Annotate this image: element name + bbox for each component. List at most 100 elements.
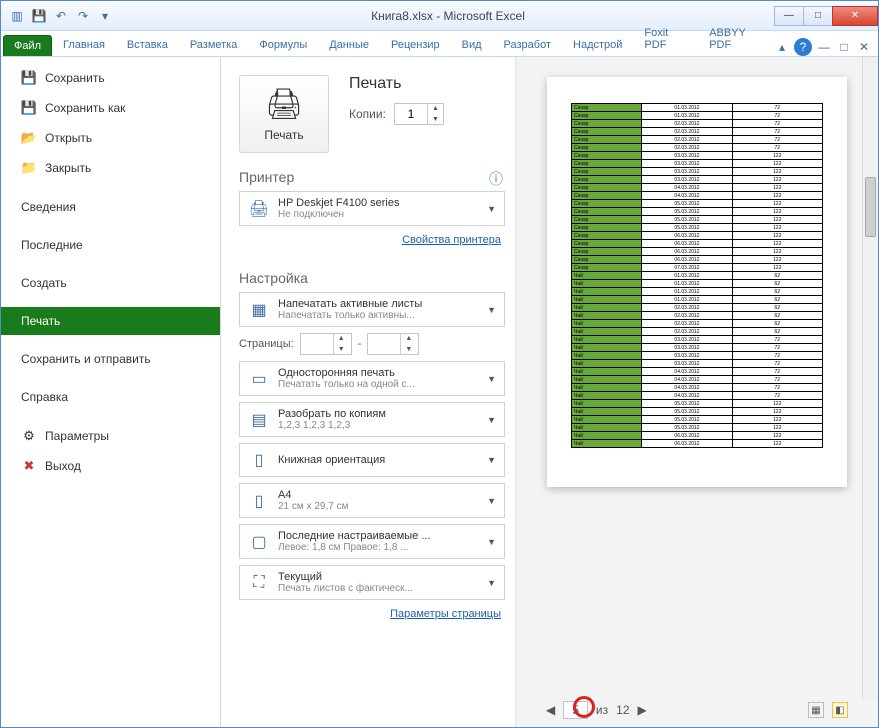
save-icon[interactable]: 💾 bbox=[31, 8, 47, 24]
sidebar-label: Печать bbox=[21, 314, 60, 328]
sidebar-open[interactable]: 📂Открыть bbox=[1, 123, 220, 153]
chevron-down-icon: ▼ bbox=[487, 537, 496, 547]
tab-foxit[interactable]: Foxit PDF bbox=[633, 22, 698, 56]
sidebar-share[interactable]: Сохранить и отправить bbox=[1, 345, 220, 373]
sidebar-label: Сведения bbox=[21, 200, 76, 214]
margins-icon: ▢ bbox=[248, 531, 270, 553]
dd-title: Напечатать активные листы bbox=[278, 298, 479, 310]
tab-pagelayout[interactable]: Разметка bbox=[179, 34, 249, 56]
sidebar-save[interactable]: 💾 Сохранить bbox=[1, 63, 220, 93]
spinner-up-icon[interactable]: ▲ bbox=[428, 103, 443, 114]
page-to-input[interactable] bbox=[368, 337, 400, 351]
chevron-down-icon: ▼ bbox=[487, 578, 496, 588]
sidebar-label: Закрыть bbox=[45, 161, 91, 175]
sides-dropdown[interactable]: ▭ Односторонняя печатьПечатать только на… bbox=[239, 361, 505, 396]
sidebar-close[interactable]: 📁Закрыть bbox=[1, 153, 220, 183]
printer-dropdown[interactable]: 🖨 HP Deskjet F4100 series Не подключен ▼ bbox=[239, 191, 505, 226]
exit-icon: ✖ bbox=[21, 458, 37, 474]
scaling-dropdown[interactable]: ⛶ ТекущийПечать листов с фактическ... ▼ bbox=[239, 565, 505, 600]
page-icon: ▭ bbox=[248, 368, 270, 390]
sidebar-new[interactable]: Создать bbox=[1, 269, 220, 297]
sidebar-info[interactable]: Сведения bbox=[1, 193, 220, 221]
redo-icon[interactable]: ↷ bbox=[75, 8, 91, 24]
scaling-icon: ⛶ bbox=[248, 572, 270, 594]
copies-spinner[interactable]: ▲▼ bbox=[394, 103, 444, 125]
sidebar-recent[interactable]: Последние bbox=[1, 231, 220, 259]
tab-addins[interactable]: Надстрой bbox=[562, 34, 633, 56]
tab-data[interactable]: Данные bbox=[318, 34, 380, 56]
printer-properties-link[interactable]: Свойства принтера bbox=[239, 232, 505, 254]
total-pages: 12 bbox=[616, 703, 629, 717]
a4-icon: ▯ bbox=[248, 490, 270, 512]
page-setup-link[interactable]: Параметры страницы bbox=[239, 606, 505, 628]
spinner-down-icon[interactable]: ▼ bbox=[334, 344, 349, 355]
doc-min-icon[interactable]: — bbox=[816, 39, 832, 55]
spinner-down-icon[interactable]: ▼ bbox=[428, 114, 443, 125]
printer-status: Не подключен bbox=[278, 209, 479, 220]
page-from-input[interactable] bbox=[301, 337, 333, 351]
close-button[interactable]: ✕ bbox=[832, 6, 878, 26]
print-button[interactable]: 🖨 Печать bbox=[239, 75, 329, 153]
show-margins-button[interactable]: ▦ bbox=[808, 702, 824, 718]
maximize-button[interactable]: □ bbox=[803, 6, 833, 26]
collate-icon: ▤ bbox=[248, 409, 270, 431]
sidebar-label: Сохранить и отправить bbox=[21, 352, 151, 366]
sidebar-help[interactable]: Справка bbox=[1, 383, 220, 411]
spinner-up-icon[interactable]: ▲ bbox=[334, 333, 349, 344]
tab-developer[interactable]: Разработ bbox=[493, 34, 562, 56]
print-what-dropdown[interactable]: ▦ Напечатать активные листыНапечатать то… bbox=[239, 292, 505, 327]
dd-title: Книжная ориентация bbox=[278, 454, 479, 466]
sidebar-label: Сохранить bbox=[45, 71, 105, 85]
tab-view[interactable]: Вид bbox=[451, 34, 493, 56]
tab-file[interactable]: Файл bbox=[3, 35, 52, 56]
margins-dropdown[interactable]: ▢ Последние настраиваемые ...Левое: 1,8 … bbox=[239, 524, 505, 559]
doc-restore-icon[interactable]: □ bbox=[836, 39, 852, 55]
info-icon[interactable]: ⓘ bbox=[489, 169, 503, 189]
print-preview: Сахар01.03.201272Сахар01.03.201272Сахар0… bbox=[516, 57, 878, 727]
quick-access-toolbar: ▥ 💾 ↶ ↷ ▾ bbox=[1, 8, 121, 24]
zoom-page-button[interactable]: ◧ bbox=[832, 702, 848, 718]
sidebar-options[interactable]: ⚙Параметры bbox=[1, 421, 220, 451]
open-icon: 📂 bbox=[21, 130, 37, 146]
qat-dropdown-icon[interactable]: ▾ bbox=[97, 8, 113, 24]
tab-abbyy[interactable]: ABBYY PDF bbox=[698, 22, 774, 56]
page-to-spinner[interactable]: ▲▼ bbox=[367, 333, 419, 355]
spinner-up-icon[interactable]: ▲ bbox=[401, 333, 416, 344]
page-of-label: из bbox=[596, 703, 608, 717]
excel-icon: ▥ bbox=[9, 8, 25, 24]
help-icon[interactable]: ? bbox=[794, 38, 812, 56]
minimize-button[interactable]: — bbox=[774, 6, 804, 26]
scrollbar-thumb[interactable] bbox=[865, 177, 876, 237]
tab-home[interactable]: Главная bbox=[52, 34, 116, 56]
spinner-down-icon[interactable]: ▼ bbox=[401, 344, 416, 355]
chevron-down-icon: ▼ bbox=[487, 496, 496, 506]
saveas-icon: 💾 bbox=[21, 100, 37, 116]
sidebar-exit[interactable]: ✖Выход bbox=[1, 451, 220, 481]
collate-dropdown[interactable]: ▤ Разобрать по копиям1,2,3 1,2,3 1,2,3 ▼ bbox=[239, 402, 505, 437]
prev-page-button[interactable]: ◀ bbox=[546, 703, 555, 717]
ribbon-min-icon[interactable]: ▴ bbox=[774, 39, 790, 55]
print-settings-panel: 🖨 Печать Печать Копии: ▲▼ Принтер bbox=[221, 57, 516, 727]
chevron-down-icon: ▼ bbox=[487, 455, 496, 465]
page-from-spinner[interactable]: ▲▼ bbox=[300, 333, 352, 355]
current-page: 5 bbox=[563, 701, 588, 719]
dd-title: Последние настраиваемые ... bbox=[278, 530, 479, 542]
dd-subtitle: Печатать только на одной с... bbox=[278, 379, 479, 390]
tab-insert[interactable]: Вставка bbox=[116, 34, 179, 56]
save-icon: 💾 bbox=[21, 70, 37, 86]
dd-subtitle: 21 см x 29,7 см bbox=[278, 501, 479, 512]
papersize-dropdown[interactable]: ▯ A421 см x 29,7 см ▼ bbox=[239, 483, 505, 518]
print-heading: Печать bbox=[349, 75, 444, 93]
vertical-scrollbar[interactable] bbox=[862, 57, 878, 699]
tab-review[interactable]: Рецензир bbox=[380, 34, 451, 56]
dd-title: Односторонняя печать bbox=[278, 367, 479, 379]
tab-formulas[interactable]: Формулы bbox=[248, 34, 318, 56]
undo-icon[interactable]: ↶ bbox=[53, 8, 69, 24]
copies-input[interactable] bbox=[395, 107, 427, 121]
orientation-dropdown[interactable]: ▯ Книжная ориентация ▼ bbox=[239, 443, 505, 477]
doc-close-icon[interactable]: ✕ bbox=[856, 39, 872, 55]
sidebar-print[interactable]: Печать bbox=[1, 307, 220, 335]
sidebar-saveas[interactable]: 💾Сохранить как bbox=[1, 93, 220, 123]
backstage-sidebar: 💾 Сохранить 💾Сохранить как 📂Открыть 📁Закр… bbox=[1, 57, 221, 727]
next-page-button[interactable]: ▶ bbox=[638, 703, 647, 717]
